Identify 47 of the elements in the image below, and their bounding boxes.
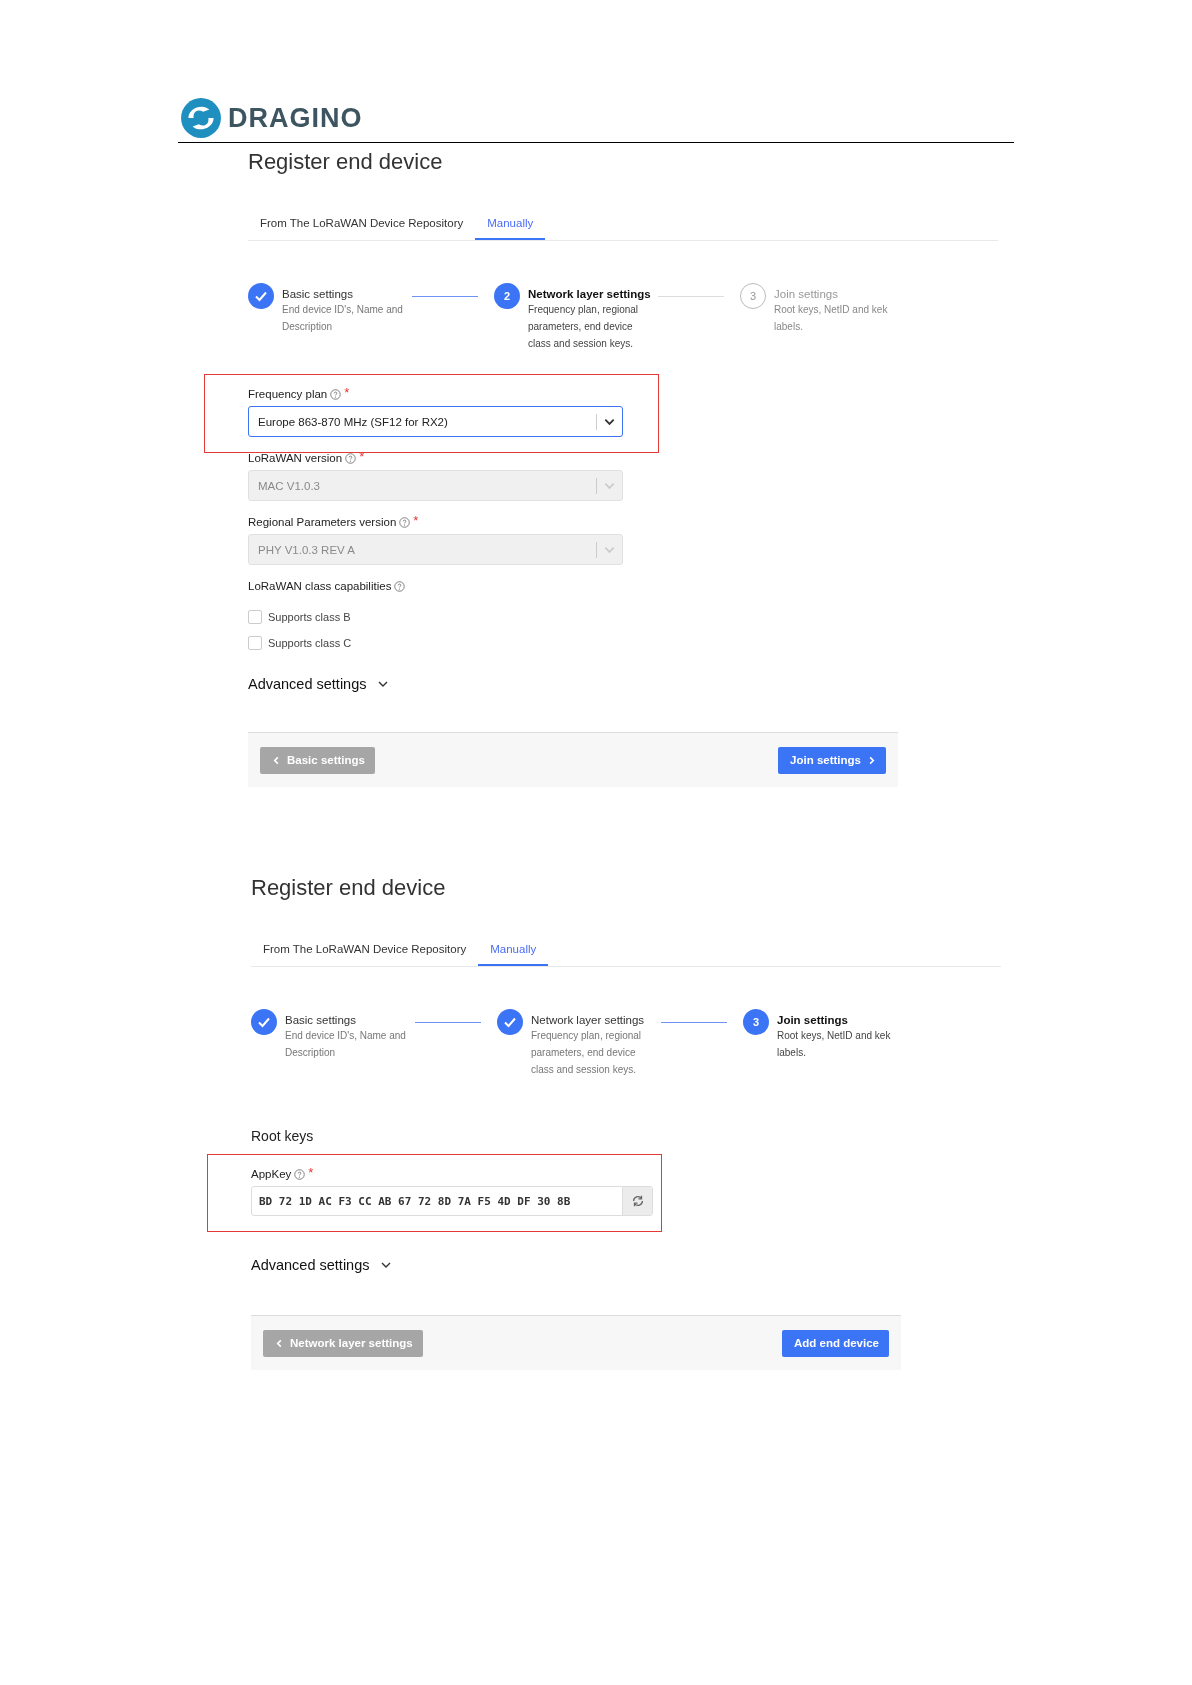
step-title: Join settings [777, 1014, 849, 1026]
step-description: Frequency plan, regional parameters, end device class and session keys. [531, 1029, 643, 1077]
logo-text: DRAGINO [228, 102, 363, 134]
step-title: Basic settings [285, 1014, 357, 1026]
next-button[interactable]: Add end device [782, 1329, 889, 1357]
advanced-settings-toggle[interactable]: Advanced settings [248, 676, 367, 692]
field-label: AppKey [251, 1168, 292, 1180]
step-description: End device ID's, Name and Description [285, 1029, 407, 1060]
section-heading: Root keys [251, 1128, 315, 1144]
chevron-left-icon [272, 755, 281, 765]
checkbox[interactable] [248, 636, 262, 650]
checkbox[interactable] [248, 610, 262, 624]
group-label: LoRaWAN class capabilities [248, 580, 392, 592]
back-button[interactable]: Basic settings [260, 746, 375, 774]
select-field[interactable]: Europe 863-870 MHz (SF12 for RX2) [248, 406, 623, 437]
page-title: Register end device [248, 149, 444, 175]
page-title: Register end device [251, 875, 447, 901]
field-label: Frequency plan [248, 388, 328, 400]
step-title: Join settings [774, 288, 839, 300]
step-description: Root keys, NetID and kek labels. [777, 1029, 892, 1060]
step-title: Network layer settings [528, 288, 652, 300]
tab[interactable]: From The LoRaWAN Device Repository [263, 939, 479, 966]
checkbox-label: Supports class B [268, 611, 351, 623]
step-number: 2 [494, 283, 520, 309]
required-mark: * [413, 513, 419, 528]
back-button[interactable]: Network layer settings [263, 1329, 423, 1357]
step-title: Basic settings [282, 288, 354, 300]
chevron-left-icon [275, 1338, 284, 1348]
tab[interactable]: Manually [475, 213, 546, 240]
tab[interactable]: From The LoRaWAN Device Repository [260, 213, 476, 240]
step-description: Root keys, NetID and kek labels. [774, 303, 889, 334]
next-button[interactable]: Join settings [778, 746, 886, 774]
step-number: 3 [743, 1009, 769, 1035]
field-label: LoRaWAN version [248, 452, 343, 464]
step-title: Network layer settings [531, 1014, 646, 1026]
step-description: Frequency plan, regional parameters, end device class and session keys. [528, 303, 640, 351]
step-description: End device ID's, Name and Description [282, 303, 404, 334]
help-icon[interactable] [330, 388, 342, 400]
field-label: Regional Parameters version [248, 516, 397, 528]
advanced-settings-toggle[interactable]: Advanced settings [251, 1257, 370, 1273]
required-mark: * [308, 1165, 314, 1180]
logo-icon [180, 97, 222, 139]
help-icon[interactable] [394, 580, 406, 592]
tab[interactable]: Manually [478, 939, 549, 966]
required-mark: * [344, 385, 350, 400]
checkbox-label: Supports class C [268, 637, 352, 649]
help-icon[interactable] [294, 1168, 306, 1180]
